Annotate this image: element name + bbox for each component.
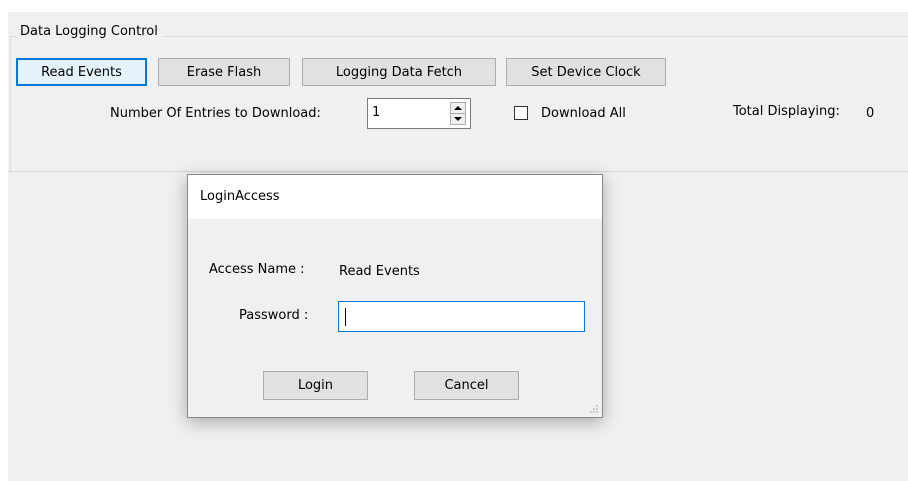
read-events-button[interactable]: Read Events: [16, 58, 147, 86]
password-field[interactable]: [338, 301, 585, 332]
password-label: Password :: [239, 308, 309, 323]
stepper-down-button[interactable]: [451, 114, 465, 124]
entries-label: Number Of Entries to Download:: [110, 106, 321, 121]
login-button[interactable]: Login: [263, 371, 368, 400]
section-divider: [8, 171, 908, 172]
dialog-titlebar[interactable]: LoginAccess: [188, 175, 602, 219]
dialog-title: LoginAccess: [200, 189, 280, 204]
access-name-value: Read Events: [339, 264, 420, 279]
access-name-label: Access Name :: [209, 262, 305, 277]
text-caret: [345, 308, 346, 326]
logging-data-fetch-button[interactable]: Logging Data Fetch: [302, 58, 496, 86]
cancel-button[interactable]: Cancel: [414, 371, 519, 400]
stepper-buttons: [450, 102, 466, 125]
entries-value[interactable]: 1: [372, 105, 380, 120]
download-all-label[interactable]: Download All: [541, 106, 626, 121]
login-access-dialog: LoginAccess Access Name : Read Events Pa…: [187, 174, 603, 418]
erase-flash-button[interactable]: Erase Flash: [158, 58, 290, 86]
set-device-clock-button[interactable]: Set Device Clock: [506, 58, 666, 86]
stepper-up-button[interactable]: [451, 103, 465, 114]
download-all-checkbox[interactable]: [514, 106, 528, 120]
total-displaying-label: Total Displaying:: [733, 104, 840, 119]
chevron-up-icon: [454, 106, 462, 110]
group-title: Data Logging Control: [16, 24, 162, 39]
total-displaying-value: 0: [866, 106, 875, 121]
resize-grip-icon[interactable]: [589, 404, 599, 414]
chevron-down-icon: [454, 117, 462, 121]
entries-stepper[interactable]: 1: [367, 98, 471, 129]
